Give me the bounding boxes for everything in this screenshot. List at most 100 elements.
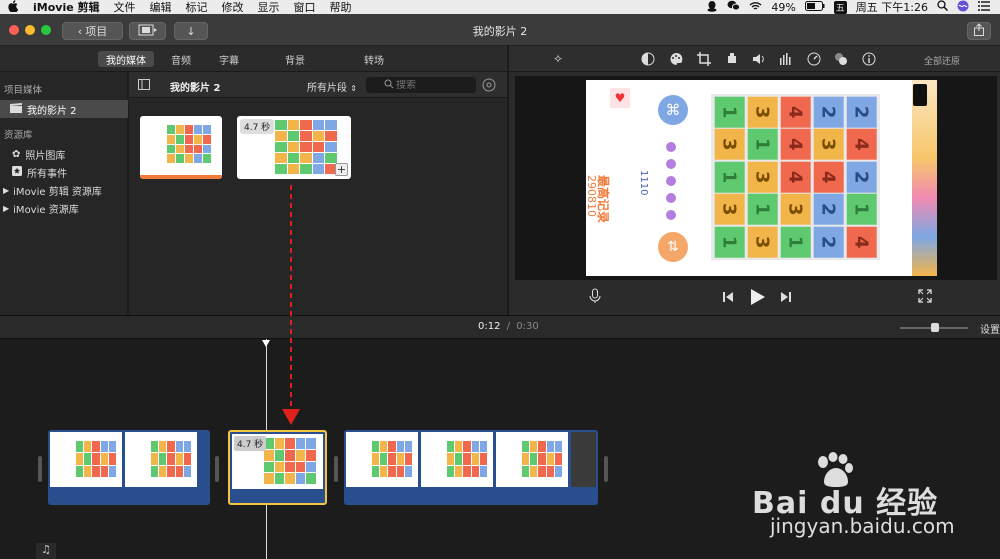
library-sidebar: 项目媒体 我的影片 2 资源库 ✿ 照片图库 所有事件 ▶ iMovie 剪辑 … [0,72,128,315]
timeline-clip-1[interactable] [48,430,210,505]
timeline-clip-3-frame [421,432,493,487]
siri-icon[interactable] [957,0,969,15]
timeline-clip-3[interactable] [344,430,598,505]
equalizer-icon[interactable] [779,52,793,66]
menu-help[interactable]: 帮助 [323,0,359,15]
tab-transitions[interactable]: 转场 [356,51,392,67]
tab-audio[interactable]: 音频 [163,51,199,67]
game-grid-cell: 3 [714,193,745,225]
sidebar-item-library-imovie-clips[interactable]: ▶ iMovie 剪辑 资源库 [0,181,128,199]
window-title: 我的影片 2 [472,25,528,38]
frame-heart-badge: ♥ [610,88,630,108]
clip-trim-handle[interactable] [215,456,219,482]
game-grid-cell: 1 [714,96,745,128]
color-balance-icon[interactable] [641,52,655,66]
game-grid-cell: 1 [846,193,877,225]
notification-center-icon[interactable] [978,0,990,14]
disclosure-triangle-icon[interactable]: ▶ [3,186,9,195]
browser-clip-1[interactable] [140,116,222,179]
game-grid-cell: 4 [846,129,877,161]
play-icon[interactable] [750,288,766,309]
frame-right-decoration [912,80,937,276]
timeline-clip-2-selected[interactable]: 4.7 秒 [228,430,327,505]
menu-modify[interactable]: 修改 [215,0,251,15]
tab-my-media[interactable]: 我的媒体 [98,51,154,67]
menu-window[interactable]: 窗口 [287,0,323,15]
search-input[interactable] [396,79,466,91]
apple-icon[interactable] [0,0,26,15]
clapperboard-icon [10,102,22,116]
timecode-display: 0:12 / 0:30 [478,321,539,332]
color-palette-icon[interactable] [669,52,683,66]
tab-backgrounds[interactable]: 背景 [277,51,313,67]
browser-settings-gear-icon[interactable] [482,78,496,95]
add-to-timeline-plus-icon[interactable]: + [335,163,348,176]
reset-all-button[interactable]: 全部还原 [924,54,960,67]
disclosure-triangle-icon[interactable]: ▶ [3,204,9,213]
timeline-clip-1-frame [125,432,197,487]
skip-forward-icon[interactable] [780,291,792,306]
game-grid-cell: 4 [813,161,844,193]
menu-app-name[interactable]: iMovie 剪辑 [26,0,107,15]
music-note-icon[interactable]: ♫ [36,543,56,559]
game-grid-cell: 4 [780,161,811,193]
clip-trim-handle[interactable] [334,456,338,482]
menu-view[interactable]: 显示 [251,0,287,15]
playhead-triangle-icon [262,340,270,347]
crop-icon[interactable] [697,52,711,66]
sidebar-item-all-events[interactable]: 所有事件 [0,163,128,181]
menu-file[interactable]: 文件 [107,0,143,15]
stabilization-camera-icon[interactable] [725,52,739,66]
clip-filter-select[interactable]: 所有片段 ⇕ [307,79,357,94]
menu-mark[interactable]: 标记 [179,0,215,15]
zoom-slider-knob[interactable] [931,323,939,332]
video-preview-stage: ♥ 最高记录 290810 1110 ⌘ ⇅ 13422314341344231… [515,76,997,280]
volume-icon[interactable] [752,52,766,66]
menu-edit[interactable]: 编辑 [143,0,179,15]
sidebar-item-photos[interactable]: ✿ 照片图库 [0,145,128,163]
search-icon [384,79,394,92]
timeline: 4.7 秒 ♫ [0,339,1000,559]
battery-icon[interactable] [804,0,825,14]
timeline-settings-button[interactable]: 设置 [980,321,1000,336]
share-button[interactable] [967,22,991,40]
game-grid-cell: 3 [714,129,745,161]
video-frame: ♥ 最高记录 290810 1110 ⌘ ⇅ 13422314341344231… [586,80,937,276]
fullscreen-icon[interactable] [918,289,932,306]
zoom-slider[interactable] [900,323,968,332]
timeline-clip-1-frame [50,432,122,487]
clip-trim-handle[interactable] [38,456,42,482]
sidebar-item-project[interactable]: 我的影片 2 [0,100,128,118]
tab-titles[interactable]: 字幕 [211,51,247,67]
noise-reduction-icon[interactable] [834,52,848,66]
wechat-icon[interactable] [727,0,741,14]
magic-wand-icon[interactable]: ✧ [551,52,565,66]
viewer-panel: ✧ 全部还原 ♥ 最高记录 290810 1110 ⌘ ⇅ 1 3 4 2 2 … [508,46,1000,315]
media-browser: 我的影片 2 所有片段 ⇕ 搜索 4.7 秒 + [129,72,507,315]
current-time: 0:12 [478,321,501,332]
sidebar-item-project-label: 我的影片 2 [27,105,77,117]
sidebar-item-library-imovie[interactable]: ▶ iMovie 资源库 [0,199,128,217]
star-box-icon [12,165,22,179]
browser-clip-2[interactable]: 4.7 秒 + [237,116,351,179]
wifi-icon[interactable] [749,1,762,14]
game-grid-cell: 2 [813,96,844,128]
sidebar-item-photos-label: 照片图库 [25,150,66,162]
game-grid-cell: 3 [747,96,778,128]
info-icon[interactable] [862,52,876,66]
qq-icon[interactable] [706,0,718,15]
chevron-updown-icon: ⇕ [350,84,357,93]
adjustments-toolbar: ✧ 全部还原 [509,46,1000,72]
search-field[interactable] [366,77,476,93]
sidebar-toggle-icon[interactable] [138,79,150,93]
skip-back-icon[interactable] [722,291,734,306]
clip-trim-handle[interactable] [604,456,608,482]
microphone-icon[interactable] [589,288,601,307]
clock[interactable]: 周五 下午1:26 [856,0,928,15]
input-method-indicator[interactable]: 五 [833,0,847,14]
spotlight-icon[interactable] [937,0,949,14]
game-grid-cell: 1 [714,161,745,193]
menu-bar: iMovie 剪辑 文件 编辑 标记 修改 显示 窗口 帮助 49% 五 周五 … [0,0,1000,14]
game-grid-cell: 3 [747,161,778,193]
speed-gauge-icon[interactable] [807,52,821,66]
